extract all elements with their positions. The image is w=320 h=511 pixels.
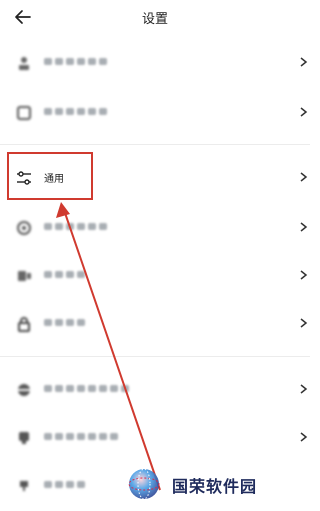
square-icon: [17, 106, 31, 120]
top-bar: 设置: [0, 0, 310, 36]
shield-icon: [19, 432, 29, 444]
settings-row-6[interactable]: [0, 306, 310, 342]
settings-row-8[interactable]: [0, 420, 310, 456]
row-label-blurred: [44, 223, 107, 230]
row-label-blurred: [44, 433, 118, 440]
chevron-right-icon: [300, 172, 308, 182]
chevron-right-icon: [300, 432, 308, 442]
highlight-box: [7, 152, 93, 200]
row-label-blurred: [44, 108, 107, 115]
settings-row-2[interactable]: [0, 95, 310, 131]
globe-logo-icon: [128, 468, 160, 500]
row-label-blurred: [44, 58, 107, 65]
section-divider: [0, 144, 310, 145]
watermark: 国荣软件园: [128, 466, 310, 506]
chevron-right-icon: [300, 222, 308, 232]
settings-row-7[interactable]: [0, 372, 310, 408]
chevron-right-icon: [300, 107, 308, 117]
settings-row-account[interactable]: [0, 45, 310, 81]
chevron-right-icon: [300, 384, 308, 394]
phone-icon: [18, 271, 31, 281]
row-label-blurred: [44, 481, 85, 488]
settings-row-5[interactable]: [0, 258, 310, 294]
watermark-text: 国荣软件园: [172, 477, 258, 496]
row-label-blurred: [44, 319, 85, 326]
row-label-blurred: [44, 385, 129, 392]
lock-icon: [18, 317, 30, 332]
chevron-right-icon: [300, 57, 308, 67]
circle-icon: [17, 221, 31, 235]
ring-icon: [17, 384, 31, 396]
page-title: 设置: [141, 12, 168, 27]
section-divider: [0, 356, 310, 357]
cloud-icon: [20, 481, 28, 491]
row-label-blurred: [44, 271, 85, 278]
chevron-right-icon: [300, 270, 308, 280]
settings-row-4[interactable]: [0, 210, 310, 246]
chevron-right-icon: [300, 318, 308, 328]
user-icon: [19, 57, 29, 70]
